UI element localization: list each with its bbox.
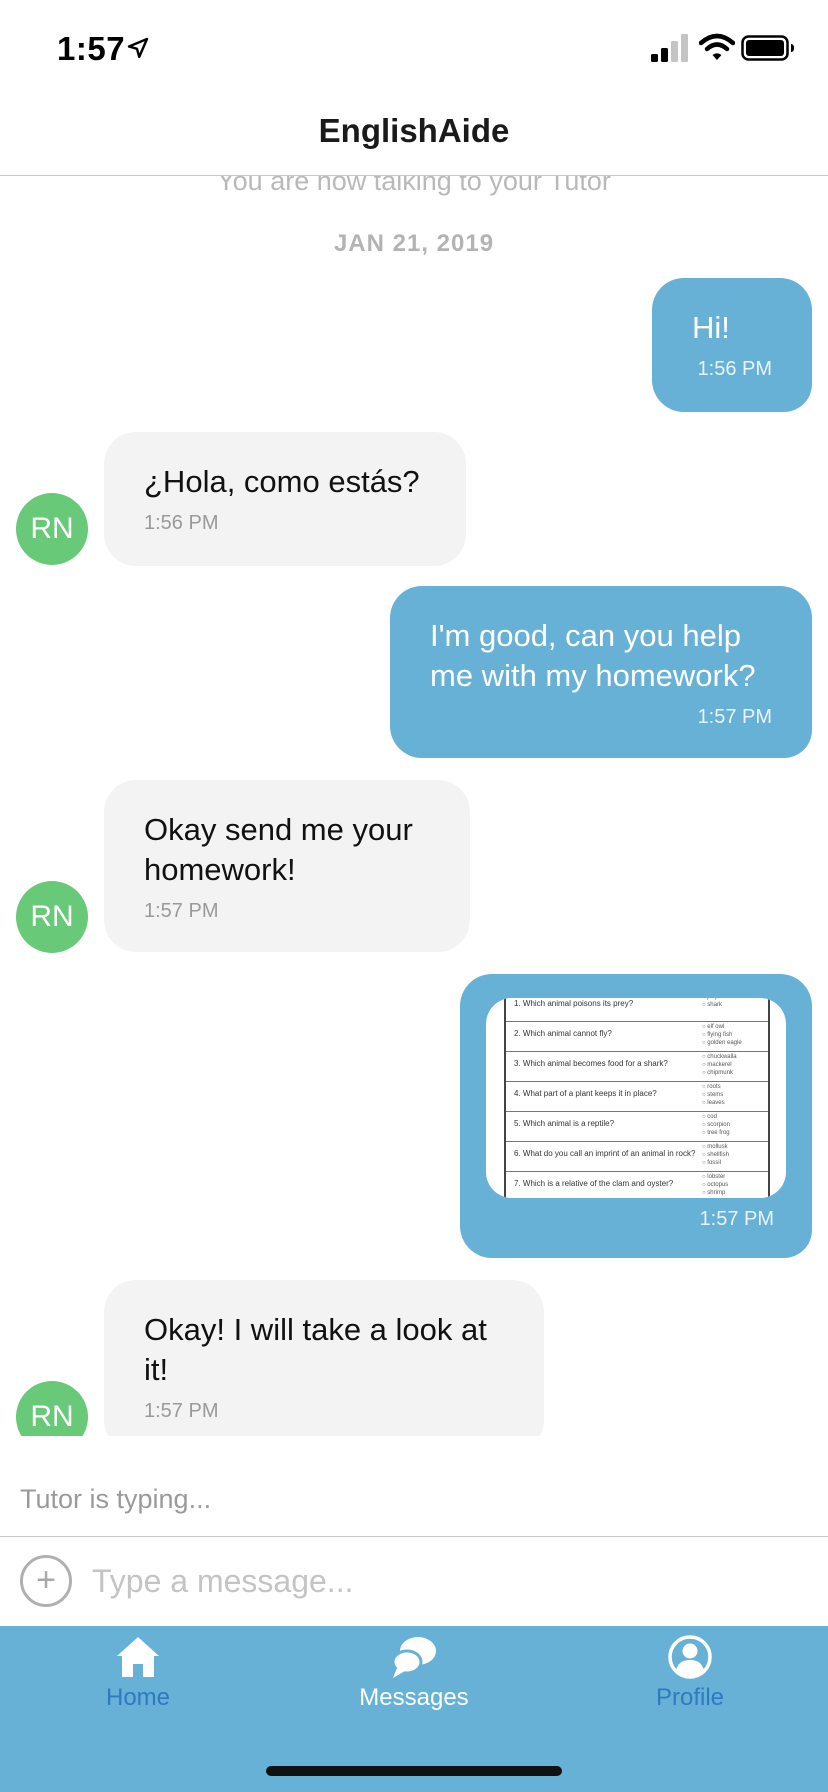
message-bubble-outgoing[interactable]: Hi! 1:56 PM [652, 278, 812, 412]
avatar[interactable]: RN [16, 881, 88, 953]
worksheet-question: 4. What part of a plant keeps it in plac… [506, 1082, 768, 1112]
tab-profile[interactable]: Profile [590, 1634, 790, 1744]
system-message: You are now talking to your Tutor [217, 176, 611, 196]
worksheet-question: 5. Which animal is a reptile? ○ cod ○ scor… [506, 1112, 768, 1142]
message-bubble-incoming[interactable]: Okay send me your homework! 1:57 PM [104, 780, 470, 952]
battery-icon [741, 35, 794, 61]
worksheet-question: 1. Which animal poisons its prey? ○ jelly… [506, 998, 768, 1022]
message-time: 1:56 PM [144, 512, 219, 534]
typing-indicator: Tutor is typing... [20, 1484, 212, 1514]
tab-label: Messages [359, 1684, 469, 1711]
message-time: 1:57 PM [144, 1400, 219, 1422]
home-indicator [266, 1766, 562, 1776]
worksheet-question-text: 4. What part of a plant keeps it in plac… [514, 1089, 657, 1098]
homework-image[interactable]: 1. Which animal poisons its prey? ○ jelly… [486, 998, 786, 1198]
worksheet-options: ○ jellyfish○ shark [702, 998, 727, 1008]
date-separator: JAN 21, 2019 [333, 230, 495, 257]
status-bar: 1:57 [0, 0, 828, 96]
message-time: 1:57 PM [144, 900, 219, 922]
message-bubble-incoming[interactable]: Okay! I will take a look at it! 1:57 PM [104, 1280, 544, 1436]
message-time: 1:56 PM [697, 358, 772, 380]
worksheet-question: 2. Which animal cannot fly? ○ elf owl ○ fl… [506, 1022, 768, 1052]
signal-icon [651, 34, 688, 62]
worksheet-question: 7. Which is a relative of the clam and o… [506, 1172, 768, 1198]
worksheet-question-text: 2. Which animal cannot fly? [514, 1029, 612, 1038]
worksheet-question-text: 5. Which animal is a reptile? [514, 1119, 615, 1128]
message-text: Hi! [692, 310, 730, 345]
user-circle-icon [668, 1635, 712, 1679]
plus-icon: + [36, 1561, 56, 1599]
message-text: Okay send me your homework! [144, 812, 413, 887]
worksheet-question-text: 6. What do you call an imprint of an ani… [514, 1149, 696, 1158]
nav-header: EnglishAide [0, 96, 828, 176]
worksheet-question: 6. What do you call an imprint of an ani… [506, 1142, 768, 1172]
tab-label: Profile [655, 1684, 725, 1711]
tab-label: Home [105, 1684, 171, 1711]
message-text: ¿Hola, como estás? [144, 464, 420, 499]
status-time: 1:57 [57, 30, 126, 67]
worksheet-options: ○ roots ○ stems ○ leaves [702, 1084, 725, 1106]
page-title: EnglishAide [318, 112, 510, 149]
message-bubble-outgoing[interactable]: I'm good, can you help me with my homewo… [390, 586, 812, 758]
message-input[interactable] [92, 1551, 792, 1611]
worksheet-question: 3. Which animal becomes food for a shark… [506, 1052, 768, 1082]
worksheet-question-text: 3. Which animal becomes food for a shark… [514, 1059, 668, 1068]
message-text: I'm good, can you help me with my homewo… [430, 618, 756, 693]
worksheet-question-text: 7. Which is a relative of the clam and o… [514, 1179, 674, 1188]
worksheet-options: ○ chuckwalla ○ mackerel ○ chipmunk [702, 1054, 737, 1076]
location-arrow-icon [127, 37, 149, 59]
message-bubble-incoming[interactable]: ¿Hola, como estás? 1:56 PM [104, 432, 466, 566]
home-icon [117, 1637, 159, 1677]
message-time: 1:57 PM [697, 706, 772, 728]
tab-home[interactable]: Home [38, 1634, 238, 1744]
message-bubble-image[interactable]: 1. Which animal poisons its prey? ○ jelly… [460, 974, 812, 1258]
avatar[interactable]: RN [16, 1381, 88, 1436]
worksheet: 1. Which animal poisons its prey? ○ jelly… [504, 998, 770, 1198]
worksheet-options: ○ elf owl ○ flying fish ○ golden eagle [702, 1024, 742, 1046]
tab-messages[interactable]: Messages [314, 1634, 514, 1744]
message-time: 1:57 PM [699, 1208, 774, 1230]
worksheet-options: ○ mollusk ○ shellfish ○ fossil [702, 1144, 729, 1166]
worksheet-question-text: 1. Which animal poisons its prey? [514, 999, 634, 1008]
add-attachment-button[interactable]: + [20, 1555, 72, 1607]
worksheet-options: ○ cod ○ scorpion ○ tree frog [702, 1114, 730, 1136]
message-text: Okay! I will take a look at it! [144, 1312, 487, 1387]
worksheet-options: ○ lobster ○ octopus ○ shrimp [702, 1174, 729, 1196]
chat-bubbles-icon [391, 1637, 436, 1678]
wifi-icon [699, 33, 735, 60]
message-composer: + [0, 1536, 828, 1626]
avatar[interactable]: RN [16, 493, 88, 565]
chat-thread[interactable]: You are now talking to your Tutor JAN 21… [0, 176, 828, 1436]
